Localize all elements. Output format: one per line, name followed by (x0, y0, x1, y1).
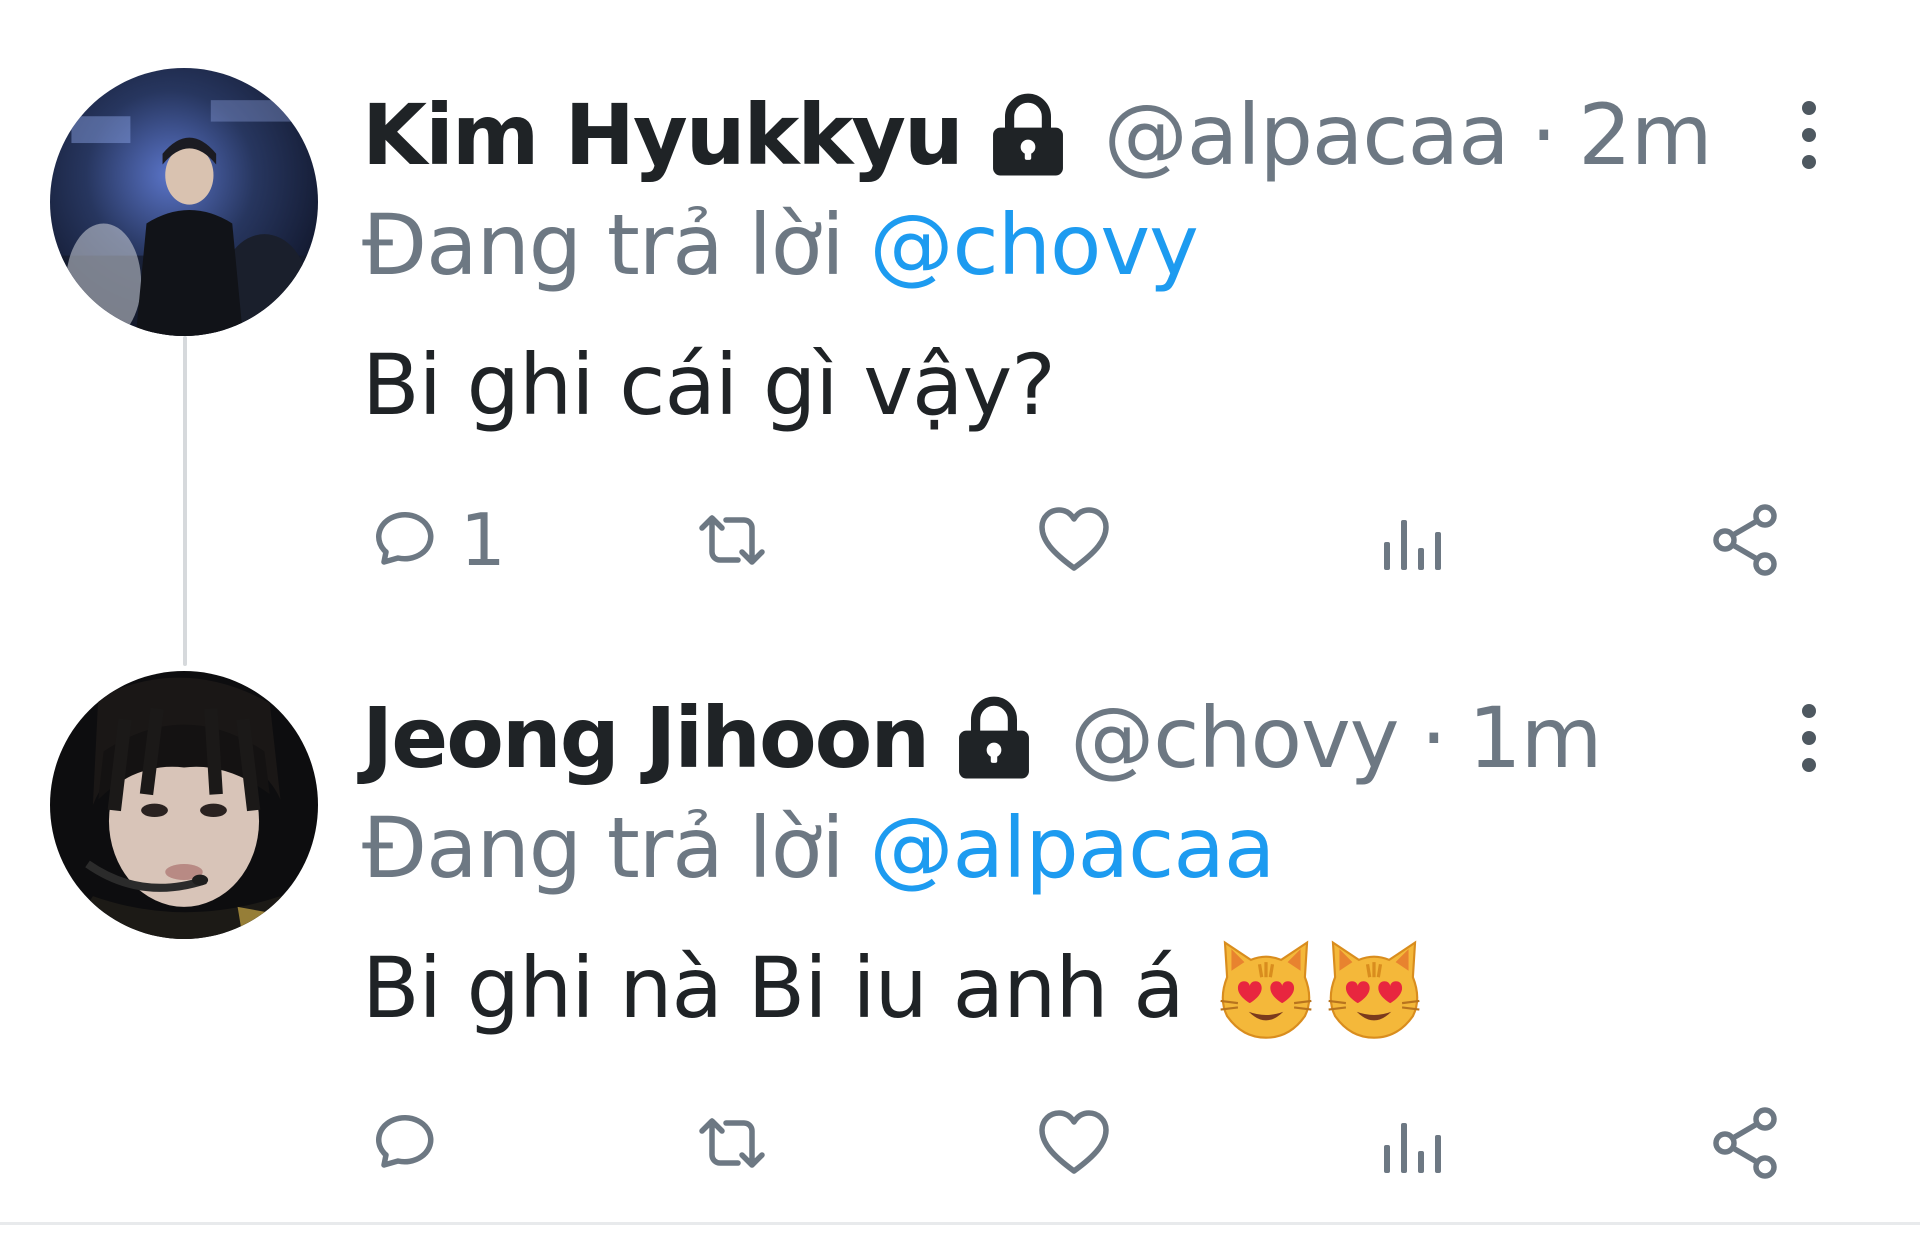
more-vertical-icon (1802, 704, 1816, 772)
share-icon (1713, 504, 1777, 576)
tweet-header: Jeong Jihoon @chovy · 1m (362, 683, 1602, 793)
lock-icon (948, 692, 1040, 784)
tweet-thread: Kim Hyukkyu @alpacaa · 2m Đang trả lời @… (0, 0, 1920, 1240)
views-icon (1384, 520, 1441, 570)
reply-button[interactable]: 1 (362, 490, 506, 590)
separator-dot: · (1530, 86, 1558, 184)
replying-to: Đang trả lời @chovy (362, 190, 1199, 300)
like-icon (1039, 507, 1109, 571)
views-button[interactable] (1372, 490, 1452, 590)
tweet-text: Bi ghi nà Bi iu anh á (362, 933, 1428, 1043)
share-button[interactable] (1707, 490, 1787, 590)
tweet-actions (362, 1093, 1842, 1193)
reply-icon (376, 512, 434, 565)
heart-eyes-cat-emoji (1320, 934, 1428, 1042)
emoji-group (1212, 934, 1428, 1042)
display-name[interactable]: Kim Hyukkyu (362, 86, 964, 184)
retweet-button[interactable] (692, 1093, 772, 1193)
timestamp[interactable]: 2m (1578, 86, 1712, 184)
tweet-text-content: Bi ghi nà Bi iu anh á (362, 939, 1185, 1037)
heart-eyes-cat-emoji (1212, 934, 1320, 1042)
share-icon (1713, 1107, 1777, 1179)
tweet-actions: 1 (362, 490, 1842, 590)
separator-dot: · (1420, 689, 1447, 787)
more-options-button[interactable] (1785, 693, 1833, 783)
retweet-button[interactable] (692, 490, 772, 590)
user-handle[interactable]: @chovy (1070, 689, 1399, 787)
retweet-icon (699, 1118, 765, 1168)
tweet-text-content: Bi ghi cái gì vậy? (362, 336, 1056, 434)
reply-icon (376, 1115, 434, 1168)
avatar[interactable] (50, 671, 318, 939)
more-options-button[interactable] (1785, 90, 1833, 180)
user-handle[interactable]: @alpacaa (1104, 86, 1510, 184)
reply-count: 1 (460, 498, 506, 582)
like-button[interactable] (1034, 1093, 1114, 1193)
replying-to: Đang trả lời @alpacaa (362, 793, 1276, 903)
mention-link[interactable]: @chovy (870, 196, 1199, 294)
replying-to-label: Đang trả lời (362, 799, 845, 897)
tweet-header: Kim Hyukkyu @alpacaa · 2m (362, 80, 1713, 190)
replying-to-label: Đang trả lời (362, 196, 845, 294)
tweet-text: Bi ghi cái gì vậy? (362, 330, 1056, 440)
mention-link[interactable]: @alpacaa (870, 799, 1276, 897)
thread-connector-line (183, 336, 187, 666)
like-button[interactable] (1034, 490, 1114, 590)
lock-icon (982, 89, 1074, 181)
reply-button[interactable] (362, 1093, 460, 1193)
display-name[interactable]: Jeong Jihoon (362, 689, 930, 787)
timestamp[interactable]: 1m (1468, 689, 1602, 787)
divider (0, 1222, 1920, 1225)
like-icon (1039, 1110, 1109, 1174)
views-icon (1384, 1123, 1441, 1173)
avatar[interactable] (50, 68, 318, 336)
more-vertical-icon (1802, 101, 1816, 169)
retweet-icon (699, 515, 765, 565)
views-button[interactable] (1372, 1093, 1452, 1193)
share-button[interactable] (1707, 1093, 1787, 1193)
